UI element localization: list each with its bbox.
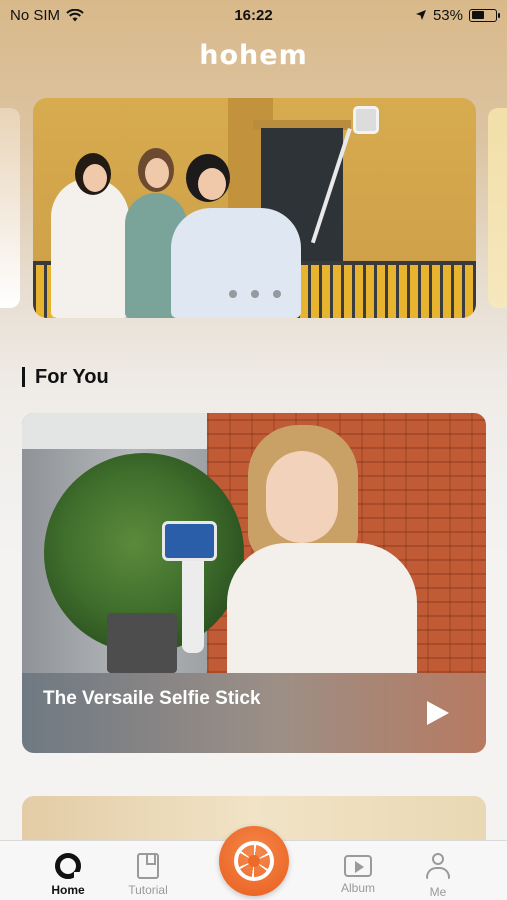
tab-me[interactable]: Me <box>403 853 473 899</box>
home-icon <box>55 853 82 880</box>
me-icon-body <box>426 867 450 879</box>
carousel-banner-image[interactable] <box>33 98 476 318</box>
tab-home-label: Home <box>51 883 85 897</box>
tab-home[interactable]: Home <box>33 853 103 897</box>
section-heading-text: For You <box>35 365 109 388</box>
status-bar: No SIM 16:22 53% <box>0 0 507 30</box>
card-title-overlay <box>22 673 486 753</box>
carousel-dot[interactable] <box>272 290 281 298</box>
card-image-person-body <box>227 543 417 673</box>
card-image-person-face <box>266 451 338 543</box>
banner-person-face <box>145 158 169 188</box>
status-left: No SIM <box>10 7 84 24</box>
banner-person-face <box>83 164 107 192</box>
battery-level-fill <box>471 11 484 19</box>
tab-tutorial[interactable]: Tutorial <box>113 853 183 897</box>
banner-gimbal <box>353 106 379 134</box>
banner-person-face <box>198 168 226 200</box>
carrier-label: No SIM <box>10 6 61 24</box>
section-heading: For You <box>22 364 109 390</box>
tab-tutorial-label: Tutorial <box>128 883 168 897</box>
tab-album[interactable]: Album <box>323 853 393 895</box>
card-image-pot <box>107 613 177 673</box>
tab-album-label: Album <box>340 881 375 895</box>
camera-shutter-icon <box>234 841 274 881</box>
carousel-page-indicator <box>33 290 476 298</box>
play-icon[interactable] <box>427 701 449 725</box>
banner-person <box>171 208 301 318</box>
brand-logo: hohem <box>199 40 308 71</box>
battery-percent: 53% <box>432 6 463 24</box>
wifi-icon <box>66 8 84 21</box>
featured-video-card[interactable]: The Versaile Selfie Stick <box>22 413 486 753</box>
card-image-ceiling <box>22 413 207 449</box>
tutorial-icon <box>137 853 159 879</box>
camera-button[interactable] <box>219 826 289 896</box>
card-image-phone <box>162 521 217 561</box>
shutter-core <box>248 855 260 867</box>
tab-me-label: Me <box>429 885 447 899</box>
carousel-dot[interactable] <box>250 290 259 298</box>
carousel-prev-slide[interactable] <box>0 108 20 308</box>
carousel-dot[interactable] <box>228 290 237 298</box>
banner-carousel[interactable] <box>0 98 507 320</box>
video-title: The Versaile Selfie Stick <box>43 688 261 709</box>
carousel-next-slide[interactable] <box>488 108 507 308</box>
me-icon <box>424 853 452 881</box>
status-right: 53% <box>415 6 500 24</box>
location-arrow-icon <box>415 10 426 20</box>
me-icon-head <box>432 853 444 865</box>
album-icon <box>344 855 372 877</box>
section-heading-accent-bar <box>22 367 25 387</box>
battery-icon <box>469 8 500 22</box>
